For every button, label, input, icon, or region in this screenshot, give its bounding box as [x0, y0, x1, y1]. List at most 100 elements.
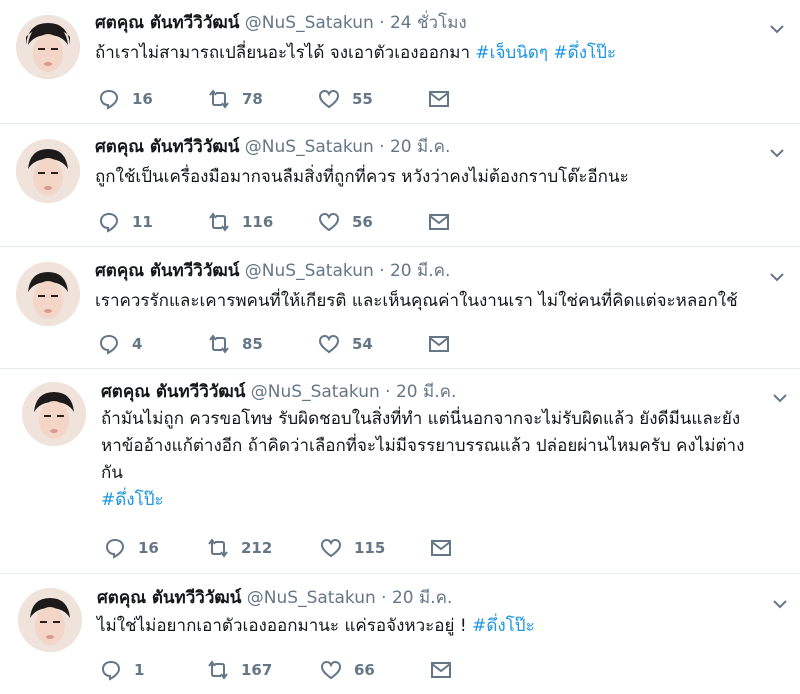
tweet[interactable]: ศตคุณ ตันทวีวิวัฒน์ @NuS_Satakun · 20 มี…	[0, 124, 800, 247]
tweet-text: ไม่ใช่ไม่อยากเอาตัวเองออกมานะ แค่รอจังหว…	[97, 613, 787, 640]
tweet-body: ไม่ใช่ไม่อยากเอาตัวเองออกมานะ แค่รอจังหว…	[97, 616, 467, 636]
author-name[interactable]: ศตคุณ ตันทวีวิวัฒน์	[95, 13, 239, 33]
tweet-body-line: หาข้ออ้างแก้ต่างอีก ถ้าคิดว่าเลือกที่จะไ…	[101, 436, 745, 456]
separator-dot: ·	[379, 261, 385, 281]
timestamp[interactable]: 20 มี.ค.	[390, 137, 450, 157]
reply-button[interactable]: 16	[104, 537, 159, 559]
author-handle[interactable]: @NuS_Satakun	[245, 13, 374, 33]
reply-count: 1	[134, 661, 145, 679]
avatar[interactable]	[16, 139, 80, 203]
direct-message-button[interactable]	[430, 537, 452, 559]
retweet-count: 212	[241, 539, 273, 557]
direct-message-button[interactable]	[430, 659, 452, 681]
retweet-button[interactable]: 85	[208, 333, 263, 355]
hashtag-link[interactable]: #ดึ่งโป๊ะ	[101, 487, 791, 514]
retweet-button[interactable]: 167	[207, 659, 272, 681]
retweet-icon	[208, 660, 228, 680]
author-name[interactable]: ศตคุณ ตันทวีวิวัฒน์	[95, 261, 239, 281]
reply-button[interactable]: 11	[98, 211, 153, 233]
author-name[interactable]: ศตคุณ ตันทวีวิวัฒน์	[101, 382, 245, 402]
author-handle[interactable]: @NuS_Satakun	[251, 382, 380, 402]
avatar[interactable]	[16, 262, 80, 326]
reply-icon	[101, 660, 121, 681]
retweet-icon	[209, 89, 229, 109]
heart-icon	[318, 334, 340, 354]
like-button[interactable]: 55	[318, 88, 373, 110]
tweet-body-line: ถ้ามันไม่ถูก ควรขอโทษ รับผิดชอบในสิ่งที่…	[101, 409, 741, 429]
like-count: 55	[352, 90, 373, 108]
tweet-body-line: กัน	[101, 463, 123, 483]
tweet-body: เราควรรักและเคารพคนที่ให้เกียรติ และเห็น…	[95, 291, 738, 311]
separator-dot: ·	[379, 13, 385, 33]
reply-button[interactable]: 4	[98, 333, 142, 355]
tweet-text: เราควรรักและเคารพคนที่ให้เกียรติ และเห็น…	[95, 288, 795, 315]
retweet-button[interactable]: 212	[207, 537, 272, 559]
reply-count: 4	[132, 335, 143, 353]
tweet-text: ถ้าเราไม่สามารถเปลี่ยนอะไรได้ จงเอาตัวเอ…	[95, 40, 785, 67]
separator-dot: ·	[381, 588, 387, 608]
hashtag-link[interactable]: #เจ็บนิดๆ	[475, 43, 548, 63]
like-button[interactable]: 54	[318, 333, 373, 355]
timestamp[interactable]: 24 ชั่วโมง	[390, 13, 467, 33]
retweet-count: 116	[242, 213, 274, 231]
reply-count: 16	[132, 90, 153, 108]
direct-message-button[interactable]	[428, 333, 450, 355]
retweet-count: 167	[241, 661, 273, 679]
retweet-icon	[209, 334, 229, 354]
separator-dot: ·	[385, 382, 391, 402]
heart-icon	[318, 89, 340, 109]
retweet-icon	[208, 538, 228, 558]
chevron-down-icon[interactable]	[766, 266, 788, 288]
tweet[interactable]: ศตคุณ ตันทวีวิวัฒน์ @NuS_Satakun · 20 มี…	[0, 369, 800, 574]
author-handle[interactable]: @NuS_Satakun	[245, 137, 374, 157]
reply-icon	[99, 212, 119, 233]
envelope-icon	[429, 214, 449, 230]
envelope-icon	[429, 336, 449, 352]
direct-message-button[interactable]	[428, 88, 450, 110]
author-handle[interactable]: @NuS_Satakun	[245, 261, 374, 281]
chevron-down-icon[interactable]	[766, 18, 788, 40]
retweet-count: 85	[242, 335, 263, 353]
like-button[interactable]: 66	[320, 659, 375, 681]
like-count: 56	[352, 213, 373, 231]
retweet-button[interactable]: 78	[208, 88, 263, 110]
avatar[interactable]	[18, 588, 82, 652]
envelope-icon	[431, 540, 451, 556]
avatar[interactable]	[22, 382, 86, 446]
chevron-down-icon[interactable]	[769, 593, 791, 615]
like-count: 54	[352, 335, 373, 353]
author-handle[interactable]: @NuS_Satakun	[247, 588, 376, 608]
retweet-button[interactable]: 116	[208, 211, 273, 233]
hashtag-link[interactable]: #ดึ่งโป๊ะ	[472, 616, 535, 636]
reply-count: 16	[138, 539, 159, 557]
tweet[interactable]: ศตคุณ ตันทวีวิวัฒน์ @NuS_Satakun · 20 มี…	[0, 574, 800, 694]
timestamp[interactable]: 20 มี.ค.	[392, 588, 452, 608]
tweet-text: ถูกใช้เป็นเครื่องมือมากจนลืมสิ่งที่ถูกที…	[95, 164, 785, 191]
author-name[interactable]: ศตคุณ ตันทวีวิวัฒน์	[97, 588, 241, 608]
retweet-icon	[209, 212, 229, 232]
envelope-icon	[429, 91, 449, 107]
heart-icon	[320, 538, 342, 558]
direct-message-button[interactable]	[428, 211, 450, 233]
like-count: 115	[354, 539, 386, 557]
reply-icon	[99, 89, 119, 110]
separator-dot: ·	[379, 137, 385, 157]
reply-count: 11	[132, 213, 153, 231]
like-button[interactable]: 56	[318, 211, 373, 233]
tweet-body: ถ้าเราไม่สามารถเปลี่ยนอะไรได้ จงเอาตัวเอ…	[95, 43, 470, 63]
heart-icon	[320, 660, 342, 680]
reply-icon	[105, 538, 125, 559]
tweet[interactable]: ศตคุณ ตันทวีวิวัฒน์ @NuS_Satakun · 24 ชั…	[0, 0, 800, 124]
like-button[interactable]: 115	[320, 537, 385, 559]
timestamp[interactable]: 20 มี.ค.	[390, 261, 450, 281]
reply-icon	[99, 334, 119, 355]
timestamp[interactable]: 20 มี.ค.	[396, 382, 456, 402]
hashtag-link[interactable]: #ดึ่งโป๊ะ	[553, 43, 616, 63]
reply-button[interactable]: 16	[98, 88, 153, 110]
reply-button[interactable]: 1	[100, 659, 144, 681]
author-name[interactable]: ศตคุณ ตันทวีวิวัฒน์	[95, 137, 239, 157]
retweet-count: 78	[242, 90, 263, 108]
chevron-down-icon[interactable]	[766, 142, 788, 164]
tweet[interactable]: ศตคุณ ตันทวีวิวัฒน์ @NuS_Satakun · 20 มี…	[0, 247, 800, 369]
avatar[interactable]	[16, 15, 80, 79]
